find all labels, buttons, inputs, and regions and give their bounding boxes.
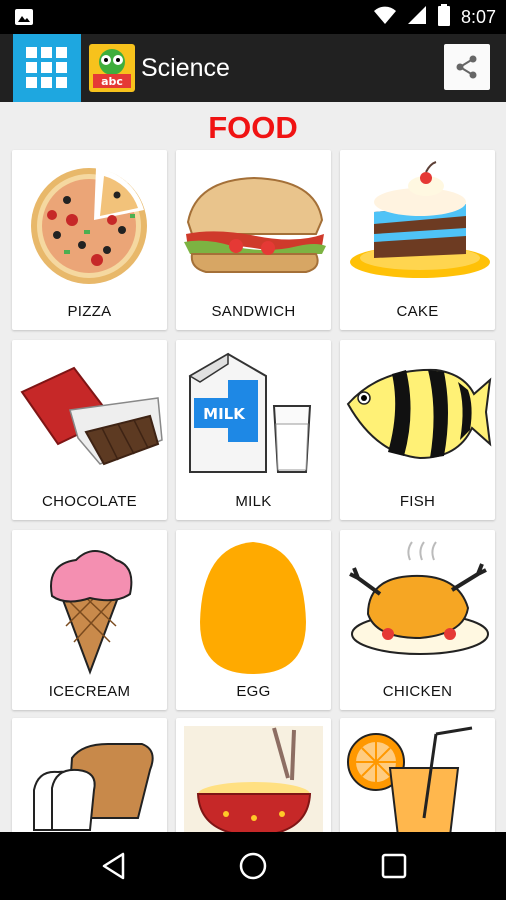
grid-menu-icon bbox=[26, 47, 67, 88]
home-button[interactable] bbox=[233, 846, 273, 886]
recents-icon bbox=[381, 853, 407, 879]
food-label: PIZZA bbox=[67, 303, 112, 320]
page-heading: FOOD bbox=[208, 110, 298, 145]
food-card-noodles[interactable] bbox=[176, 718, 331, 832]
chicken-icon bbox=[349, 541, 489, 655]
food-label: CAKE bbox=[396, 303, 439, 320]
food-label: EGG bbox=[236, 683, 271, 700]
food-card-egg[interactable]: EGG bbox=[176, 530, 331, 710]
status-time: 8:07 bbox=[460, 6, 496, 27]
fish-icon bbox=[346, 368, 492, 460]
food-card-icecream[interactable]: ICECREAM bbox=[12, 530, 167, 710]
back-button[interactable] bbox=[94, 846, 134, 886]
food-card-bread[interactable] bbox=[12, 718, 167, 832]
food-card-cake[interactable]: CAKE bbox=[340, 150, 495, 330]
app-title: Science bbox=[141, 54, 230, 82]
food-card-chocolate[interactable]: CHOCOLATE bbox=[12, 340, 167, 520]
food-card-chicken[interactable]: CHICKEN bbox=[340, 530, 495, 710]
image-notification-icon bbox=[14, 8, 34, 26]
share-button[interactable] bbox=[444, 44, 490, 90]
svg-text:MILK: MILK bbox=[203, 405, 246, 423]
food-label: CHOCOLATE bbox=[42, 493, 137, 510]
navigation-bar bbox=[0, 832, 506, 900]
milk-icon: MILK bbox=[188, 352, 312, 473]
icecream-icon bbox=[50, 550, 133, 675]
app-logo-icon: abc bbox=[89, 44, 135, 92]
food-label: FISH bbox=[399, 493, 436, 510]
share-icon bbox=[456, 55, 477, 79]
cell-signal-icon bbox=[407, 5, 427, 30]
food-card-pizza[interactable]: PIZZA bbox=[12, 150, 167, 330]
orange-juice-icon bbox=[347, 726, 473, 832]
noodles-icon bbox=[184, 726, 323, 832]
cake-icon bbox=[350, 161, 490, 278]
food-label: MILK bbox=[235, 493, 272, 510]
food-card-fish[interactable]: FISH bbox=[340, 340, 495, 520]
home-icon bbox=[239, 852, 267, 880]
bread-icon bbox=[33, 743, 154, 831]
status-bar: 8:07 bbox=[0, 0, 506, 34]
food-card-sandwich[interactable]: SANDWICH bbox=[176, 150, 331, 330]
food-label: SANDWICH bbox=[211, 303, 296, 320]
sandwich-icon bbox=[184, 176, 326, 273]
app-bar: abc Science bbox=[0, 34, 506, 102]
food-label: ICECREAM bbox=[48, 683, 131, 700]
chocolate-icon bbox=[20, 366, 163, 466]
food-card-orange-juice[interactable] bbox=[340, 718, 495, 832]
content-area: FOOD PIZZA SANDWICH CAKE CHOCOLATE MILK … bbox=[0, 102, 506, 832]
food-label: CHICKEN bbox=[382, 683, 453, 700]
egg-icon bbox=[200, 542, 306, 674]
food-card-milk[interactable]: MILK MILK bbox=[176, 340, 331, 520]
grid-menu-button[interactable] bbox=[13, 34, 81, 102]
back-icon bbox=[102, 852, 125, 880]
svg-text:abc: abc bbox=[101, 75, 123, 88]
pizza-icon bbox=[31, 168, 147, 284]
recents-button[interactable] bbox=[374, 846, 414, 886]
battery-icon bbox=[437, 3, 451, 31]
wifi-icon bbox=[373, 5, 397, 30]
